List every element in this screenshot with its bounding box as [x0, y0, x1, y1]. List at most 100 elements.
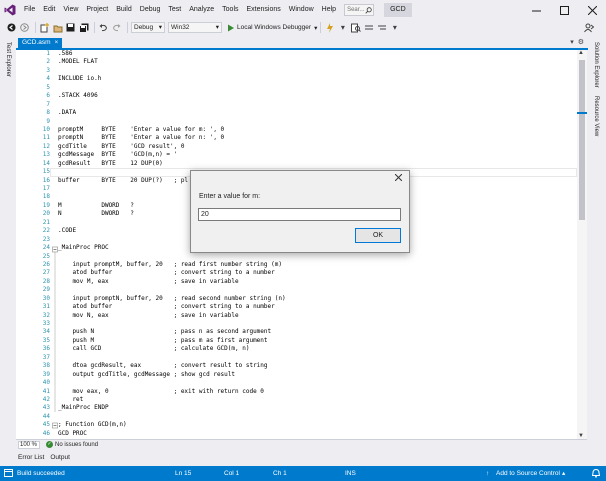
line-number: 39: [42, 370, 50, 378]
menu-debug[interactable]: Debug: [136, 0, 165, 20]
close-icon[interactable]: ×: [55, 38, 59, 48]
menu-analyze[interactable]: Analyze: [185, 0, 218, 20]
forward-icon[interactable]: [19, 22, 30, 33]
code-line[interactable]: call GCD ; calculate GCD(m, n): [58, 345, 568, 353]
document-tab[interactable]: GCD.asm ×: [18, 38, 63, 48]
code-line[interactable]: gcdTitle BYTE 'GCD result', 0: [58, 143, 568, 151]
code-line[interactable]: .MODEL FLAT: [58, 58, 568, 66]
menu-extensions[interactable]: Extensions: [243, 0, 285, 20]
tab-solution-explorer[interactable]: Solution Explorer: [593, 42, 599, 88]
maximize-button[interactable]: [550, 0, 578, 20]
save-icon[interactable]: [65, 22, 76, 33]
settings-icon[interactable]: ⚙: [578, 38, 584, 46]
open-file-icon[interactable]: [52, 22, 63, 33]
code-line[interactable]: [58, 354, 568, 362]
code-line[interactable]: INCLUDE io.h: [58, 75, 568, 83]
close-button[interactable]: [578, 0, 606, 20]
menu-project[interactable]: Project: [82, 0, 112, 20]
tab-resource-view[interactable]: Resource View: [593, 96, 599, 136]
code-line[interactable]: promptN BYTE 'Enter a value for n: ', 0: [58, 134, 568, 142]
save-all-icon[interactable]: [78, 22, 89, 33]
menu-view[interactable]: View: [59, 0, 82, 20]
tab-error-list[interactable]: Error List: [18, 454, 44, 461]
column-indicator[interactable]: Col 1: [224, 469, 239, 478]
menu-window[interactable]: Window: [285, 0, 318, 20]
live-share-icon[interactable]: [583, 22, 594, 33]
code-line[interactable]: GCD PROC: [58, 430, 568, 438]
code-line[interactable]: [58, 67, 568, 75]
zoom-combo[interactable]: 100 %: [18, 440, 40, 449]
menu-file[interactable]: File: [20, 0, 39, 20]
line-number: 18: [42, 193, 50, 201]
menu-build[interactable]: Build: [112, 0, 136, 20]
visual-studio-logo-icon[interactable]: [0, 0, 20, 20]
issues-indicator[interactable]: ✓ No issues found: [46, 441, 98, 448]
code-line[interactable]: dtoa gcdResult, eax ; convert result to …: [58, 362, 568, 370]
source-control-button[interactable]: Add to Source Control: [496, 469, 560, 478]
code-line[interactable]: _MainProc ENDP: [58, 404, 568, 412]
search-box[interactable]: Sear...: [344, 4, 375, 16]
code-line[interactable]: [58, 101, 568, 109]
code-line[interactable]: atod buffer ; convert string to a number: [58, 303, 568, 311]
chevron-down-icon[interactable]: ▾: [570, 38, 574, 46]
back-icon[interactable]: [6, 22, 17, 33]
code-line[interactable]: atod buffer ; convert string to a number: [58, 269, 568, 277]
tab-well-actions: ▾ ⚙: [570, 38, 584, 46]
code-line[interactable]: push N ; pass n as second argument: [58, 328, 568, 336]
code-line[interactable]: [58, 84, 568, 92]
toolbar-separator: [127, 22, 128, 33]
ok-button[interactable]: OK: [355, 228, 401, 243]
code-line[interactable]: [58, 286, 568, 294]
menu-test[interactable]: Test: [164, 0, 185, 20]
code-line[interactable]: [58, 118, 568, 126]
code-line[interactable]: mov eax, 0 ; exit with return code 0: [58, 388, 568, 396]
vertical-scrollbar[interactable]: ▲ ▼: [577, 50, 587, 439]
hot-reload-icon[interactable]: [324, 22, 335, 33]
notifications-icon[interactable]: [591, 468, 601, 481]
code-line[interactable]: push M ; pass m as first argument: [58, 337, 568, 345]
line-indicator[interactable]: Ln 15: [175, 469, 191, 478]
menu-edit[interactable]: Edit: [39, 0, 59, 20]
uncomment-icon[interactable]: [376, 22, 387, 33]
undo-icon[interactable]: [98, 22, 109, 33]
code-line[interactable]: output gcdTitle, gcdMessage ; show gcd r…: [58, 371, 568, 379]
dialog-close-button[interactable]: [392, 173, 404, 185]
line-number: 29: [42, 286, 50, 294]
code-line[interactable]: ret: [58, 396, 568, 404]
platform-combo[interactable]: Win32 ▾: [168, 22, 222, 33]
toolbar-overflow-icon[interactable]: ▾: [389, 22, 400, 33]
code-line[interactable]: promptM BYTE 'Enter a value for m: ', 0: [58, 126, 568, 134]
configuration-combo[interactable]: Debug ▾: [131, 22, 165, 33]
tab-test-explorer[interactable]: Test Explorer: [5, 42, 11, 77]
code-line[interactable]: .586: [58, 50, 568, 58]
code-line[interactable]: gcdMessage BYTE 'GCD(m,n) = ': [58, 151, 568, 159]
menu-tools[interactable]: Tools: [218, 0, 242, 20]
tab-output[interactable]: Output: [50, 454, 70, 461]
minimize-button[interactable]: [522, 0, 550, 20]
scrollbar-thumb[interactable]: [579, 60, 585, 220]
find-in-files-icon[interactable]: [350, 22, 361, 33]
char-indicator[interactable]: Ch 1: [273, 469, 287, 478]
code-line[interactable]: [58, 379, 568, 387]
code-line[interactable]: [58, 253, 568, 261]
code-line[interactable]: [58, 320, 568, 328]
redo-icon[interactable]: [111, 22, 122, 33]
line-number: 3: [46, 66, 50, 74]
start-debugging-button[interactable]: Local Windows Debugger ▾: [227, 24, 317, 32]
toggle-comment-icon[interactable]: [363, 22, 374, 33]
code-line[interactable]: ; Function GCD(m,n): [58, 421, 568, 429]
scroll-up-icon[interactable]: ▲: [578, 50, 584, 56]
code-line[interactable]: .DATA: [58, 109, 568, 117]
chevron-down-icon[interactable]: ▾: [337, 22, 348, 33]
code-line[interactable]: gcdResult BYTE 12 DUP(0): [58, 160, 568, 168]
dialog-input-field[interactable]: 20: [198, 208, 401, 221]
menu-help[interactable]: Help: [318, 0, 340, 20]
code-line[interactable]: [58, 413, 568, 421]
line-number: 42: [42, 395, 50, 403]
code-line[interactable]: input promptN, buffer, 20 ; read second …: [58, 295, 568, 303]
code-line[interactable]: .STACK 4096: [58, 92, 568, 100]
code-line[interactable]: input promptM, buffer, 20 ; read first n…: [58, 261, 568, 269]
code-line[interactable]: mov M, eax ; save in variable: [58, 278, 568, 286]
new-project-icon[interactable]: [39, 22, 50, 33]
code-line[interactable]: mov N, eax ; save in variable: [58, 312, 568, 320]
